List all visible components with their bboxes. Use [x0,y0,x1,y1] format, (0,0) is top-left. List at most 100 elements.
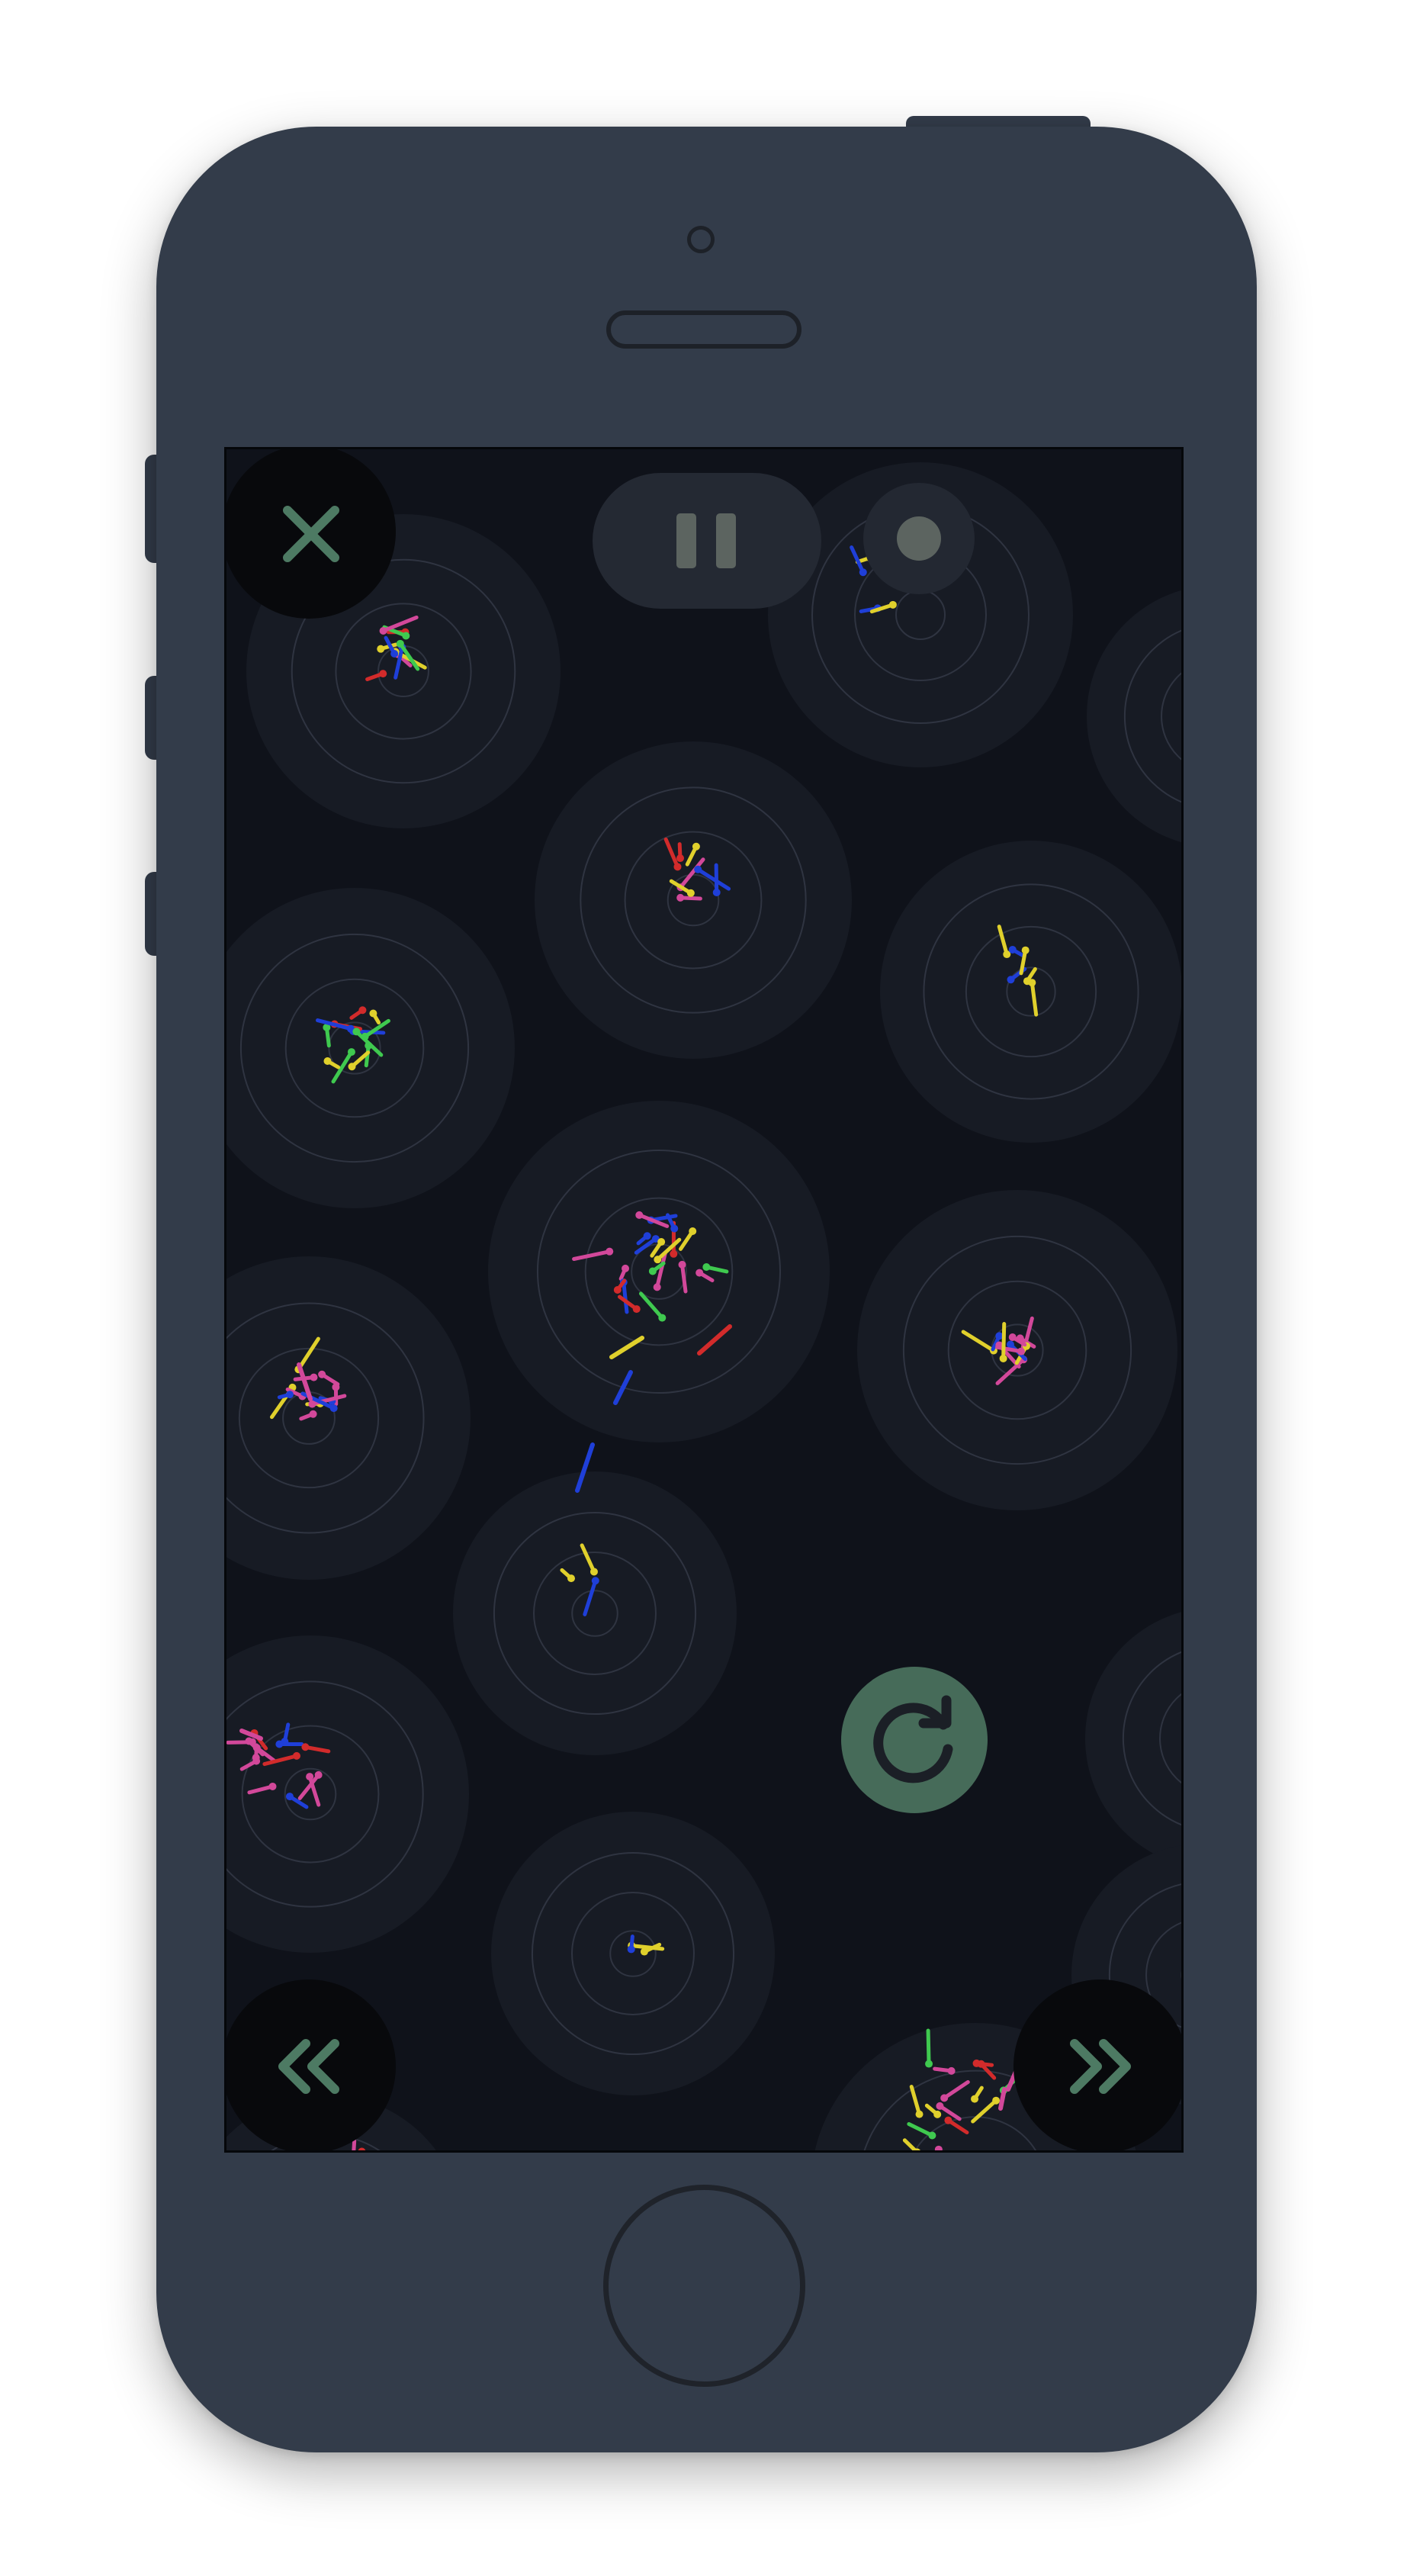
particle [361,1032,369,1040]
particle [1007,976,1015,984]
particle [689,1227,697,1235]
particle [379,627,387,635]
particle [695,1269,704,1277]
pause-button[interactable] [593,473,821,609]
target-zone [1087,590,1181,843]
particle [648,1267,657,1275]
particle [275,1740,284,1748]
particle [940,2094,949,2102]
particle [310,1373,318,1381]
target-halo [226,1635,469,1953]
target-halo [453,1471,737,1755]
particle [567,1574,576,1583]
particle [692,842,700,851]
particle [915,2110,924,2118]
restart-arrow-icon [873,1695,953,1783]
particle [1008,1333,1017,1341]
particle [676,854,685,863]
front-camera [687,226,715,253]
particle [702,1263,711,1272]
target-halo [1085,1612,1181,1865]
particle [1006,1340,1014,1349]
pause-icon [676,513,736,568]
particle [947,2066,956,2075]
particle-trail [926,2028,931,2066]
particle [622,1264,630,1272]
particle [999,1354,1007,1362]
particle [377,645,385,653]
particle [268,1782,277,1790]
particle [252,1754,260,1762]
target-zone [226,1635,469,1953]
earpiece-speaker [606,310,801,349]
particle [1021,946,1030,954]
particle [971,2095,979,2103]
playfield[interactable] [226,449,1181,2150]
particle [992,2096,1001,2105]
target-halo [880,841,1181,1143]
particle [654,1256,662,1264]
particle [640,1947,648,1956]
target-zone [880,841,1181,1143]
particle [936,2102,944,2110]
particle [673,863,682,871]
target-halo [1087,590,1181,843]
particle [686,889,695,897]
particle [712,888,721,896]
next-level-button[interactable] [1013,1979,1181,2150]
particle [888,600,897,609]
particle [643,1232,651,1240]
game-screen[interactable] [224,447,1184,2153]
particle [632,1305,641,1314]
particle [379,670,387,678]
particle [396,639,404,648]
particle [329,1404,338,1413]
particle [318,1370,326,1378]
particle [613,1285,622,1294]
particle [653,1283,661,1291]
particle [286,1391,294,1399]
particle [589,1568,598,1576]
particle [944,2116,952,2124]
particle [933,2110,942,2118]
home-button[interactable] [603,2185,805,2387]
particle [347,1048,355,1056]
particle [606,1247,614,1256]
particle [285,1793,294,1801]
particle [402,632,410,640]
particle [635,1211,644,1219]
target-halo [491,1812,775,2095]
particle [925,2060,933,2068]
particle [323,1057,332,1066]
particle [670,1249,678,1258]
restart-button[interactable] [841,1667,988,1813]
particle [658,1314,667,1322]
target-zone [491,1812,775,2095]
particle [670,1224,679,1233]
target-zone [1085,1612,1181,1865]
particle [314,1770,323,1779]
close-button[interactable] [226,449,396,619]
particle [348,1063,356,1071]
double-chevron-left-icon [278,2039,339,2094]
particle [591,1577,599,1585]
previous-level-button[interactable] [226,1979,396,2150]
double-chevron-right-icon [1070,2039,1131,2094]
particle [694,865,702,873]
particle [306,1773,314,1781]
particle [657,1238,666,1246]
particle [1008,945,1017,954]
particle [390,650,399,658]
particle [309,1410,317,1418]
particle [352,1028,361,1036]
particle [678,1260,686,1269]
close-x-icon [283,506,339,562]
particle [676,893,685,902]
particle [369,1009,377,1018]
particle [1023,977,1031,986]
record-dot-icon [897,516,941,561]
particle [928,2131,936,2140]
record-button[interactable] [863,483,975,594]
target-zone [453,1471,737,1755]
particle [292,1751,300,1760]
